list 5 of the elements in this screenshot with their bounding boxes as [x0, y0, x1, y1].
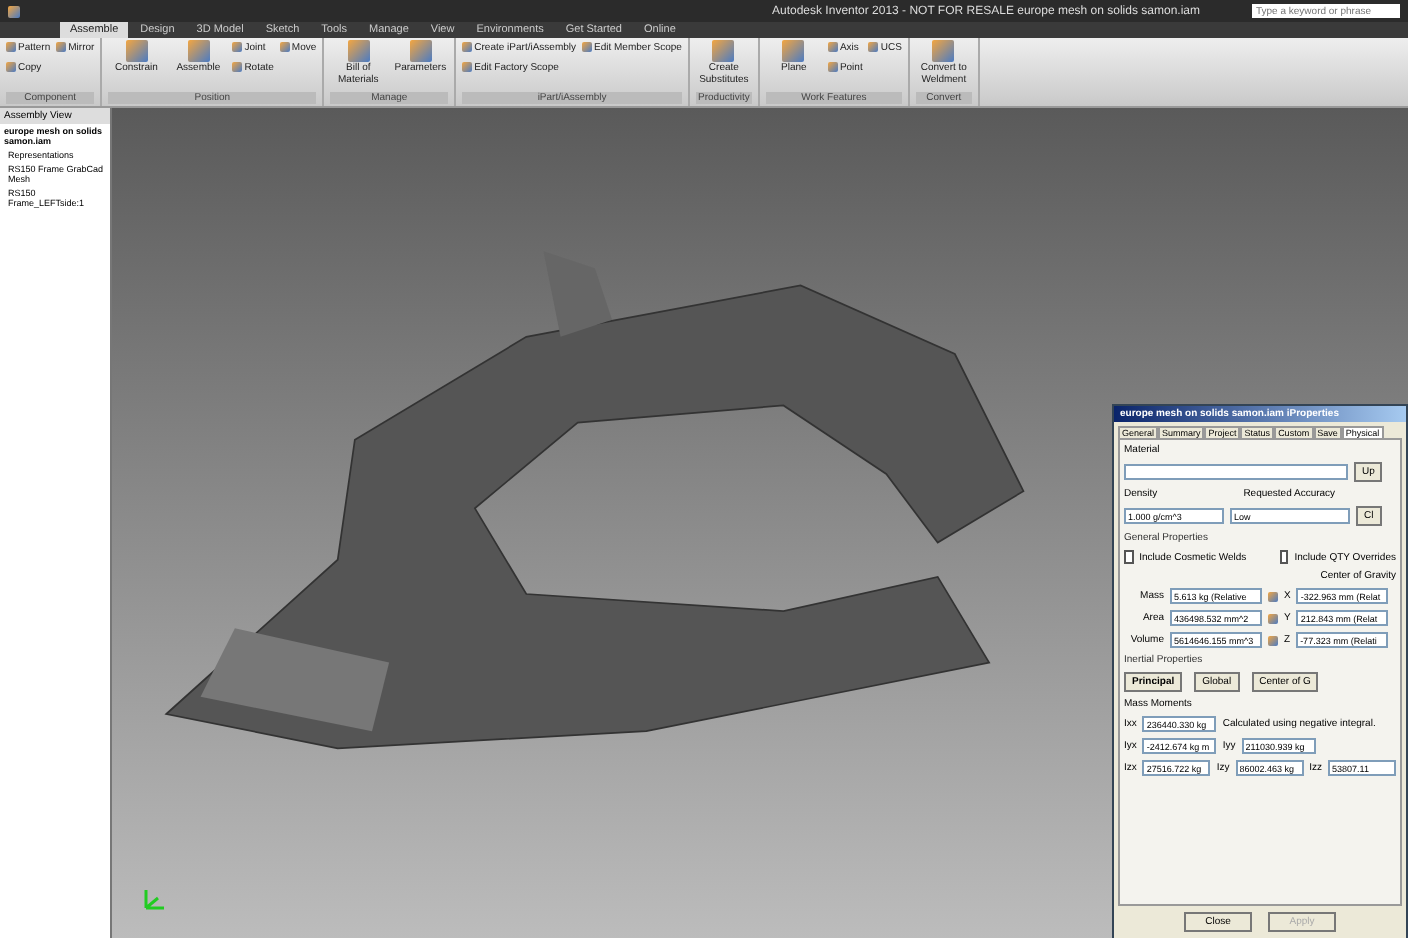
axis-triad-icon: [140, 886, 168, 914]
material-dropdown[interactable]: [1124, 464, 1348, 480]
checkbox[interactable]: [1279, 550, 1289, 564]
app-logo-icon: [8, 5, 20, 17]
checkbox[interactable]: [1124, 550, 1134, 564]
